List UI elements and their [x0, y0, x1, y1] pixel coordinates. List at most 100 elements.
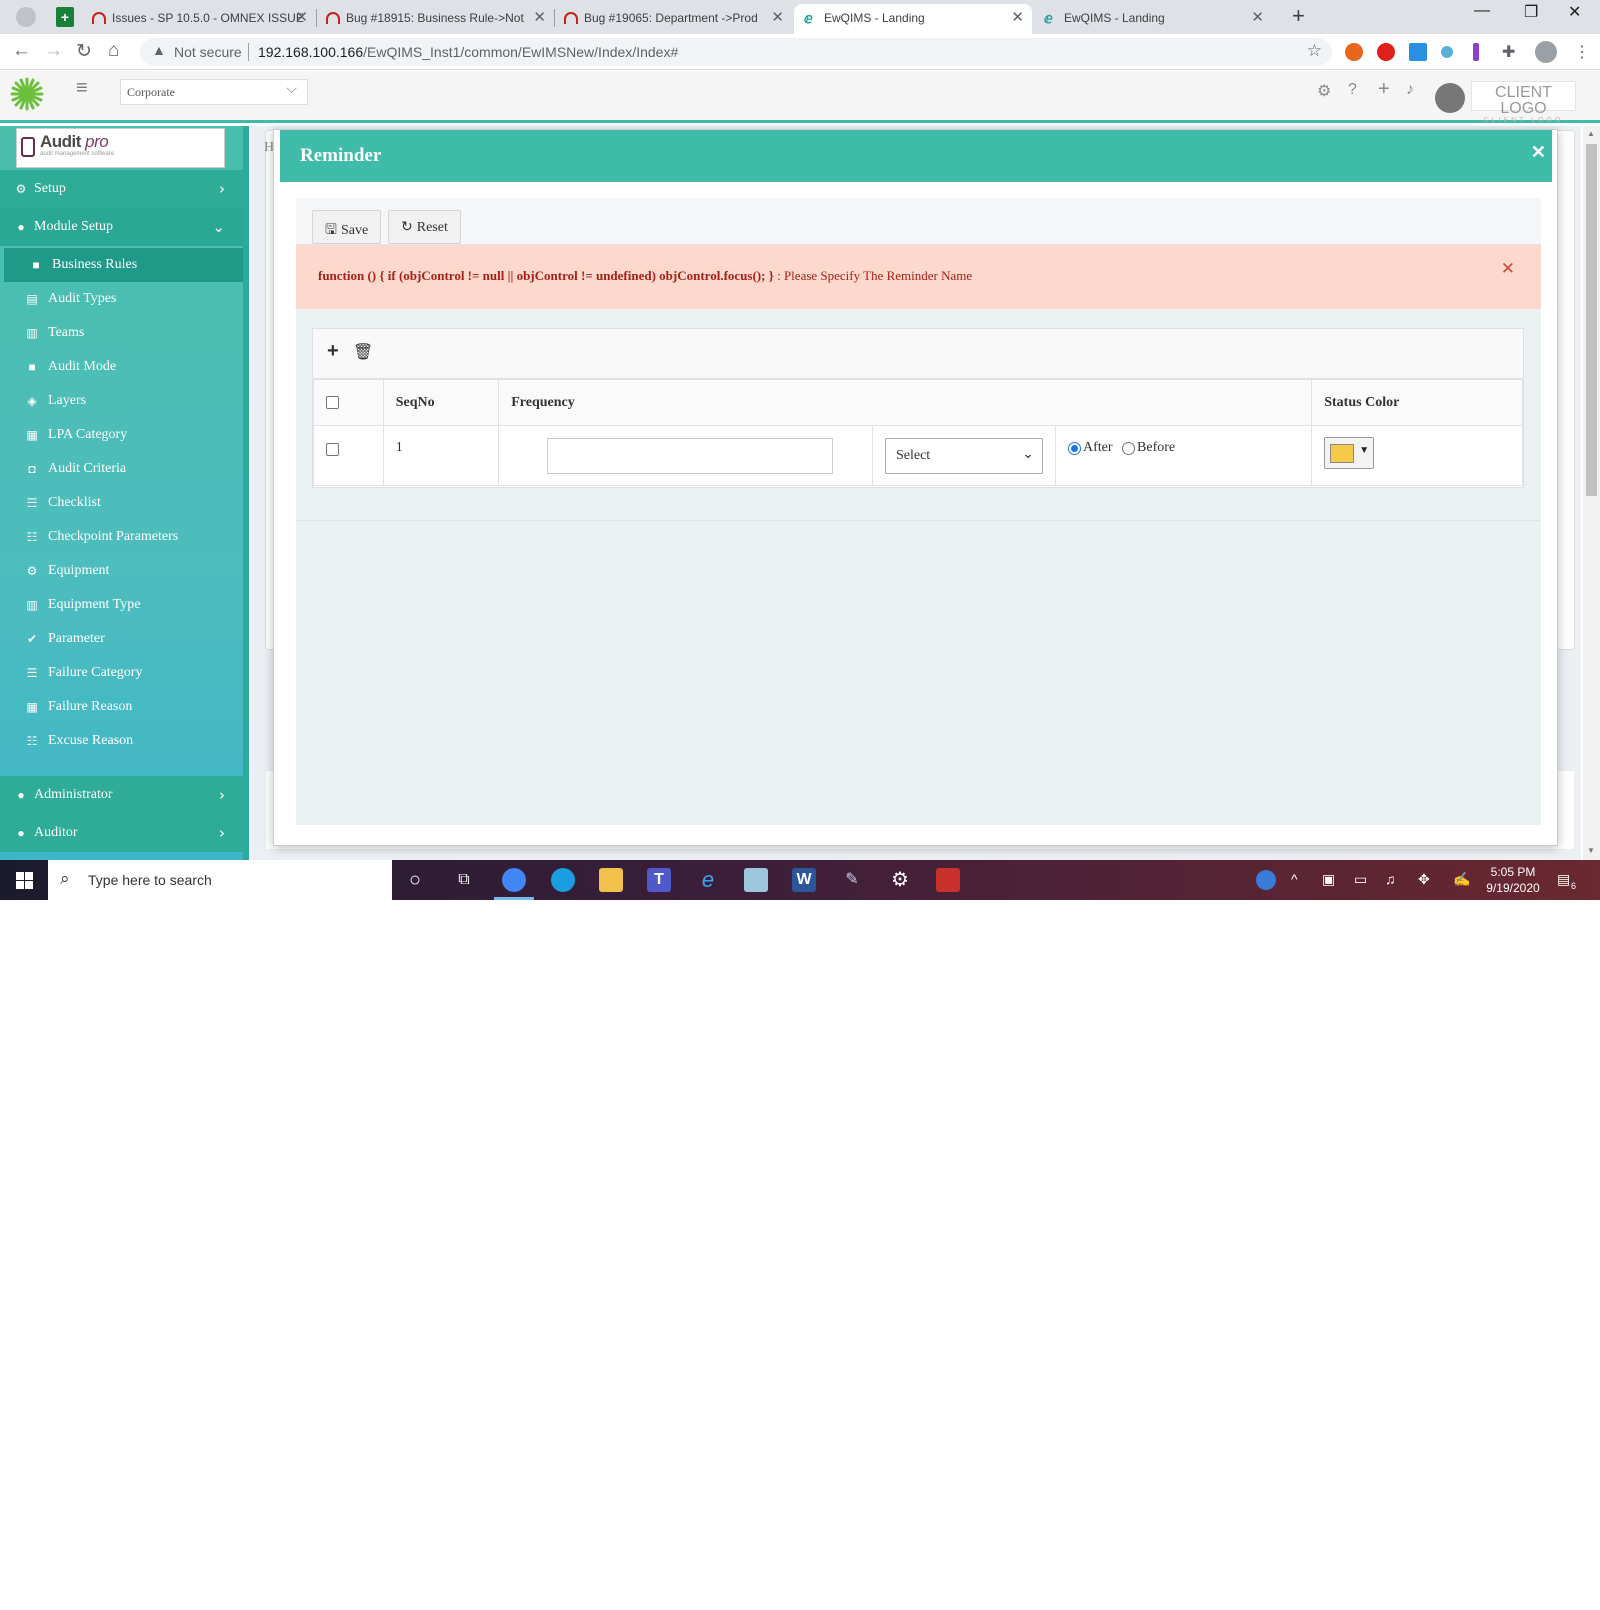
- sheets-pinned-tab-icon[interactable]: +: [56, 7, 74, 27]
- cortana-icon[interactable]: ○: [403, 868, 427, 892]
- before-radio-label[interactable]: Before: [1137, 440, 1175, 455]
- back-arrow-icon[interactable]: ←: [12, 40, 31, 62]
- extension-opera-icon[interactable]: [1377, 43, 1395, 61]
- sidebar-item-checklist[interactable]: ☰ Checklist: [0, 486, 243, 520]
- tab-search-icon[interactable]: [16, 7, 36, 27]
- paint-icon[interactable]: ✎: [840, 868, 864, 892]
- tray-device-icon[interactable]: ▣: [1322, 871, 1335, 888]
- battery-icon[interactable]: ▭: [1354, 871, 1367, 888]
- dropbox-icon[interactable]: ✥: [1418, 871, 1430, 888]
- minimize-icon[interactable]: —: [1474, 2, 1490, 20]
- frequency-unit-select[interactable]: Select ⌄: [884, 437, 1043, 474]
- ie-icon[interactable]: e: [696, 868, 720, 892]
- chrome-icon[interactable]: [502, 868, 526, 892]
- help-tray-icon[interactable]: [1256, 870, 1276, 890]
- close-icon[interactable]: ✕: [1251, 4, 1264, 32]
- column-header-frequency[interactable]: Frequency: [498, 379, 1313, 426]
- forward-arrow-icon[interactable]: →: [44, 40, 63, 62]
- settings-gear-icon[interactable]: ⚙: [1317, 81, 1331, 101]
- tablet-icon[interactable]: [744, 868, 768, 892]
- taskbar-search-box[interactable]: ⌕ Type here to search: [48, 860, 392, 900]
- notification-bell-icon[interactable]: ♪: [1406, 81, 1414, 99]
- browser-tab-2[interactable]: Bug #18915: Business Rule->Not ✕: [316, 4, 554, 34]
- column-header-status-color[interactable]: Status Color: [1311, 379, 1523, 426]
- user-avatar[interactable]: [1435, 83, 1465, 113]
- status-color-picker[interactable]: ▼: [1324, 437, 1375, 469]
- close-icon[interactable]: ✕: [771, 4, 784, 32]
- close-icon[interactable]: ✕: [295, 4, 308, 32]
- sidebar-item-audit-types[interactable]: ▤ Audit Types: [0, 282, 243, 316]
- page-scrollbar[interactable]: ▲ ▼: [1583, 126, 1600, 860]
- browser-tab-3[interactable]: Bug #19065: Department ->Prod ✕: [554, 4, 792, 34]
- sidebar-group-administrator[interactable]: ● Administrator ›: [0, 776, 243, 814]
- scrollbar-thumb[interactable]: [1586, 144, 1597, 496]
- select-all-checkbox[interactable]: [326, 395, 339, 409]
- modal-close-icon[interactable]: ✕: [1531, 142, 1546, 163]
- browser-tab-5[interactable]: ⅇ EwQIMS - Landing ✕: [1034, 4, 1272, 34]
- pen-tray-icon[interactable]: ✍: [1453, 871, 1470, 888]
- sidebar-item-failure-reason[interactable]: ▦ Failure Reason: [0, 690, 243, 724]
- shield-app-icon[interactable]: [936, 868, 960, 892]
- task-view-icon[interactable]: ⧉: [452, 868, 476, 892]
- sidebar-item-business-rules[interactable]: ■ Business Rules: [4, 248, 243, 282]
- sidebar-item-audit-criteria[interactable]: ◘ Audit Criteria: [0, 452, 243, 486]
- reload-icon[interactable]: ↻: [76, 40, 92, 63]
- alert-close-icon[interactable]: ✕: [1501, 259, 1515, 279]
- sidebar-group-auditor[interactable]: ● Auditor ›: [0, 814, 243, 852]
- sidebar-item-checkpoint-parameters[interactable]: ☷ Checkpoint Parameters: [0, 520, 243, 554]
- sidebar-item-equipment-type[interactable]: ▥ Equipment Type: [0, 588, 243, 622]
- save-button[interactable]: 🖫 Save: [312, 210, 382, 244]
- before-radio[interactable]: [1122, 441, 1136, 455]
- restore-icon[interactable]: ❐: [1524, 2, 1538, 22]
- company-select[interactable]: Corporate ⌵: [120, 79, 308, 105]
- teams-icon[interactable]: T: [647, 868, 671, 892]
- close-icon[interactable]: ✕: [533, 4, 546, 32]
- extensions-puzzle-icon[interactable]: ✚: [1502, 42, 1515, 62]
- sidebar-item-parameter[interactable]: ✔ Parameter: [0, 622, 243, 656]
- column-header-seqno[interactable]: SeqNo: [382, 379, 500, 426]
- sidebar-item-excuse-reason[interactable]: ☷ Excuse Reason: [0, 724, 243, 758]
- security-label[interactable]: Not secure: [174, 44, 242, 60]
- profile-avatar[interactable]: [1535, 41, 1557, 63]
- extension-windows-icon[interactable]: [1409, 43, 1427, 61]
- sidebar-item-audit-mode[interactable]: ■ Audit Mode: [0, 350, 243, 384]
- help-icon[interactable]: ?: [1348, 81, 1357, 99]
- scroll-down-icon[interactable]: ▼: [1587, 846, 1595, 855]
- close-icon[interactable]: ✕: [1011, 4, 1024, 32]
- word-icon[interactable]: W: [792, 868, 816, 892]
- after-radio[interactable]: [1067, 441, 1081, 455]
- extension-fire-icon[interactable]: [1345, 43, 1363, 61]
- browser-tab-1[interactable]: Issues - SP 10.5.0 - OMNEX ISSUE ✕: [82, 4, 316, 34]
- address-bar[interactable]: ▲ Not secure 192.168.100.166/EwQIMS_Inst…: [140, 38, 1332, 66]
- file-explorer-icon[interactable]: [599, 868, 623, 892]
- browser-tab-4-active[interactable]: ⅇ EwQIMS - Landing ✕: [794, 4, 1032, 34]
- reset-button[interactable]: ↻ Reset: [388, 210, 461, 244]
- sidebar-item-layers[interactable]: ◈ Layers: [0, 384, 243, 418]
- sidebar-group-module-setup[interactable]: ● Module Setup ⌄: [0, 208, 243, 246]
- audit-pro-logo[interactable]: Audit pro audit management software: [16, 128, 225, 168]
- extension-dot-icon[interactable]: [1441, 46, 1453, 58]
- add-row-icon[interactable]: +: [327, 340, 339, 363]
- row-checkbox[interactable]: [326, 443, 339, 457]
- edge-icon[interactable]: [551, 868, 575, 892]
- scroll-up-icon[interactable]: ▲: [1587, 129, 1595, 138]
- sidebar-item-lpa-category[interactable]: ▦ LPA Category: [0, 418, 243, 452]
- window-close-icon[interactable]: ✕: [1568, 2, 1581, 22]
- frequency-input[interactable]: [547, 437, 834, 474]
- home-icon[interactable]: ⌂: [108, 40, 119, 62]
- sidebar-item-failure-category[interactable]: ☰ Failure Category: [0, 656, 243, 690]
- tray-expand-icon[interactable]: ^: [1291, 871, 1298, 887]
- new-tab-button[interactable]: +: [1292, 3, 1305, 29]
- hamburger-menu-icon[interactable]: ≡: [76, 77, 88, 100]
- sidebar-item-teams[interactable]: ▥ Teams: [0, 316, 243, 350]
- bookmark-star-icon[interactable]: ☆: [1307, 41, 1322, 61]
- url-text[interactable]: 192.168.100.166/EwQIMS_Inst1/common/EwIM…: [258, 44, 678, 60]
- sidebar-group-setup[interactable]: ⚙ Setup ›: [0, 170, 243, 208]
- app-logo-icon[interactable]: [10, 77, 44, 111]
- notification-center-icon[interactable]: ▤: [1557, 871, 1570, 888]
- volume-icon[interactable]: ♫: [1385, 871, 1396, 887]
- after-radio-label[interactable]: After: [1083, 440, 1113, 455]
- windows-start-icon[interactable]: [16, 872, 33, 889]
- extension-pen-icon[interactable]: [1473, 43, 1479, 61]
- browser-menu-icon[interactable]: ⋮: [1574, 42, 1590, 62]
